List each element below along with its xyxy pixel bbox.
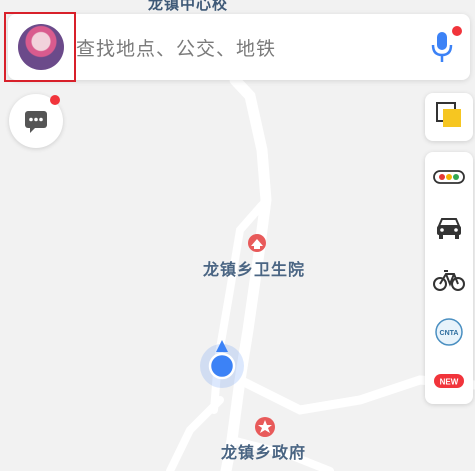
current-location-marker[interactable] [200,340,244,388]
poi-label-hospital[interactable]: 龙镇乡卫生院 [203,256,305,280]
cnta-label: CNTA [440,330,459,337]
voice-notification-dot [452,26,462,36]
microphone-icon[interactable] [428,30,456,64]
taxi-icon [437,218,461,239]
cnta-button[interactable]: CNTA [425,309,473,355]
poi-label-government[interactable]: 龙镇乡政府 [221,439,306,463]
south-road [166,396,224,471]
traffic-light-icon [433,170,465,184]
search-input[interactable]: 查找地点、公交、地铁 [76,34,276,61]
hospital-icon[interactable] [248,234,266,252]
new-label: NEW [440,378,459,387]
bicycle-icon [433,270,465,291]
cnta-logo-icon: CNTA [435,318,463,346]
traffic-button[interactable] [425,154,473,200]
layers-icon [436,102,461,127]
government-icon[interactable] [255,417,275,437]
bike-button[interactable] [425,257,473,303]
avatar[interactable] [18,24,64,70]
poi-label-school: 龙镇中心校 [148,0,229,13]
taxi-button[interactable] [425,205,473,251]
new-badge-icon: NEW [434,374,464,388]
layers-button[interactable] [425,93,473,141]
right-toolbar: CNTA NEW [425,152,473,404]
message-notification-dot [50,95,60,105]
new-feature-button[interactable]: NEW [425,358,473,404]
